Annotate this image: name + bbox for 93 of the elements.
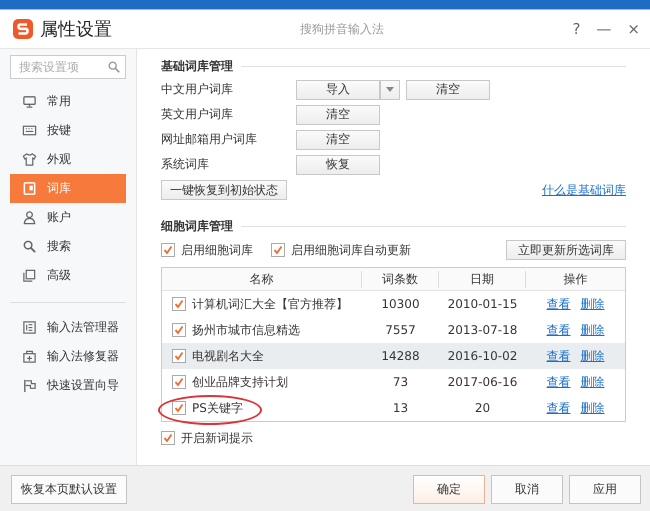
column-header: 词条数 xyxy=(362,270,439,288)
app-name: 搜狗拼音输入法 xyxy=(300,20,385,38)
close-button[interactable]: × xyxy=(627,20,640,38)
action-link[interactable]: 查看 xyxy=(546,348,570,364)
column-header: 操作 xyxy=(562,270,588,288)
person-icon xyxy=(22,210,37,225)
table-cell-text: 2013-07-18 xyxy=(446,323,518,337)
table-cell-text: 73 xyxy=(392,375,410,389)
dictionary-name: 创业品牌支持计划 xyxy=(192,374,288,390)
sidebar-item[interactable]: 按键 xyxy=(10,116,126,145)
table-row[interactable]: 计算机词汇大全【官方推荐】 10300 2010-01-15 查看 删除 xyxy=(162,291,625,317)
action-link[interactable]: 删除 xyxy=(580,374,604,390)
search-icon xyxy=(107,60,121,74)
dictionary-name: 计算机词汇大全【官方推荐】 xyxy=(192,296,348,312)
dictionary-name: PS关键字 xyxy=(192,400,243,416)
search-icon xyxy=(22,239,37,254)
app-logo-icon xyxy=(12,18,34,40)
caret-icon xyxy=(386,87,394,92)
action-link[interactable]: 查看 xyxy=(546,322,570,338)
table-cell-text: 2017-06-16 xyxy=(446,375,518,389)
sidebar-item[interactable]: 外观 xyxy=(10,145,126,174)
monitor-icon xyxy=(22,94,37,109)
table-cell-text: 20 xyxy=(474,401,492,415)
keyboard-icon xyxy=(22,123,37,138)
action-link[interactable]: 查看 xyxy=(546,296,570,312)
shirt-icon xyxy=(22,152,37,167)
checkbox[interactable] xyxy=(161,243,175,257)
table-cell-text: 2016-10-02 xyxy=(446,349,518,363)
table-row[interactable]: PS关键字 13 20 查看 删除 xyxy=(162,395,625,421)
action-link[interactable]: 查看 xyxy=(546,374,570,390)
row-label: 网址邮箱用户词库 xyxy=(161,131,258,148)
tool-item[interactable]: 快速设置向导 xyxy=(10,371,126,400)
tool-item[interactable]: 输入法修复器 xyxy=(10,342,126,371)
checkbox[interactable] xyxy=(172,297,186,311)
action-button[interactable]: 清空 xyxy=(406,80,490,100)
dictionary-name: 扬州市城市信息精选 xyxy=(192,322,300,338)
table-cell-text: 14288 xyxy=(380,349,421,363)
checkbox-label: 启用细胞词库 xyxy=(181,242,253,258)
restore-defaults-button[interactable]: 恢复本页默认设置 xyxy=(11,475,127,504)
action-button[interactable]: 清空 xyxy=(296,130,380,150)
checkbox[interactable] xyxy=(271,243,285,257)
reset-button[interactable]: 一键恢复到初始状态 xyxy=(161,180,287,200)
sidebar-item[interactable]: 账户 xyxy=(10,203,126,232)
action-link[interactable]: 删除 xyxy=(580,296,604,312)
search-field[interactable]: 搜索设置项 xyxy=(10,55,126,79)
tool-item[interactable]: 输入法管理器 xyxy=(10,313,126,342)
section-title: 细胞词库管理 xyxy=(161,218,233,234)
row-label: 英文用户词库 xyxy=(161,106,234,123)
checkbox[interactable] xyxy=(172,323,186,337)
checkbox[interactable] xyxy=(172,349,186,363)
table-cell-text: 10300 xyxy=(380,297,421,311)
row-label: 中文用户词库 xyxy=(161,81,234,98)
table-row[interactable]: 电视剧名大全 14288 2016-10-02 查看 删除 xyxy=(162,343,625,369)
checkbox-label: 开启新词提示 xyxy=(181,430,253,446)
table-cell-text: 13 xyxy=(392,401,410,415)
checkbox[interactable] xyxy=(172,375,186,389)
action-link[interactable]: 删除 xyxy=(580,400,604,416)
toolbox-icon xyxy=(22,349,37,364)
sidebar-item[interactable]: 常用 xyxy=(10,87,126,116)
action-button[interactable]: 清空 xyxy=(296,104,380,124)
dialog-button[interactable]: 应用 xyxy=(569,475,641,504)
flag-icon xyxy=(22,378,37,393)
action-button[interactable]: 恢复 xyxy=(296,154,380,174)
search-input[interactable]: 搜索设置项 xyxy=(17,59,107,75)
minimize-button[interactable]: — xyxy=(596,20,612,38)
import-button[interactable]: 导入 xyxy=(296,80,380,100)
table-row[interactable]: 创业品牌支持计划 73 2017-06-16 查看 删除 xyxy=(162,369,625,395)
action-link[interactable]: 删除 xyxy=(580,348,604,364)
checkbox-label: 启用细胞词库自动更新 xyxy=(291,242,411,258)
column-header: 名称 xyxy=(162,270,362,288)
table-cell-text: 2010-01-15 xyxy=(446,297,518,311)
sidebar-item[interactable]: 搜索 xyxy=(10,232,126,261)
checkbox[interactable] xyxy=(161,431,175,445)
section-title: 基础词库管理 xyxy=(161,58,233,74)
dialog-button[interactable]: 确定 xyxy=(413,475,485,504)
table-row[interactable]: 扬州市城市信息精选 7557 2013-07-18 查看 删除 xyxy=(162,317,625,343)
action-link[interactable]: 查看 xyxy=(546,400,570,416)
book-icon xyxy=(22,181,37,196)
sidebar-item[interactable]: 高级 xyxy=(10,261,126,290)
help-link[interactable]: 什么是基础词库 xyxy=(542,182,626,198)
column-header: 日期 xyxy=(439,270,526,288)
window-icon xyxy=(22,268,37,283)
dictionary-name: 电视剧名大全 xyxy=(192,348,264,364)
help-button[interactable]: ? xyxy=(572,20,580,38)
checkbox[interactable] xyxy=(172,401,186,415)
dropdown-button[interactable] xyxy=(380,80,400,100)
row-label: 系统词库 xyxy=(161,156,210,173)
table-cell-text: 7557 xyxy=(384,323,417,337)
window-title: 属性设置 xyxy=(40,18,113,41)
dialog-button[interactable]: 取消 xyxy=(491,475,563,504)
action-link[interactable]: 删除 xyxy=(580,322,604,338)
list-icon xyxy=(22,320,37,335)
update-button[interactable]: 立即更新所选词库 xyxy=(506,240,626,260)
